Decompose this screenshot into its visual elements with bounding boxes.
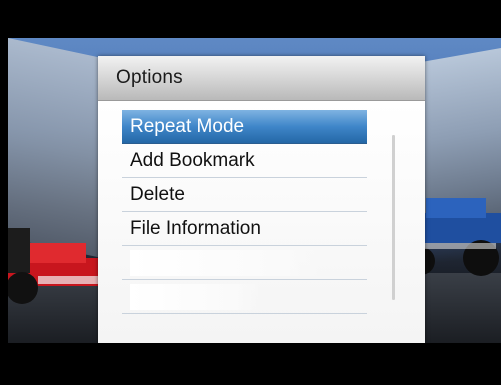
letterbox-bottom: [0, 343, 501, 385]
menu-item-label: Delete: [130, 183, 185, 205]
menu-item-label: [130, 249, 320, 276]
menu-item-empty: [122, 246, 367, 280]
dialog-header: Options: [98, 56, 425, 101]
menu-item-label: [130, 283, 260, 310]
menu-item-repeat-mode[interactable]: Repeat Mode: [122, 110, 367, 144]
menu-item-label: Add Bookmark: [130, 149, 255, 171]
menu-item-delete[interactable]: Delete: [122, 178, 367, 212]
options-dialog: Options Repeat Mode Add Bookmark Delete …: [98, 56, 425, 343]
race-car-red-icon: [8, 228, 103, 304]
menu-item-label: File Information: [130, 217, 261, 239]
device-screen: Options Repeat Mode Add Bookmark Delete …: [0, 0, 501, 385]
menu-item-add-bookmark[interactable]: Add Bookmark: [122, 144, 367, 178]
scrollbar-thumb[interactable]: [392, 135, 395, 300]
dialog-body: Repeat Mode Add Bookmark Delete File Inf…: [98, 101, 425, 343]
menu-item-file-information[interactable]: File Information: [122, 212, 367, 246]
menu-item-label: Repeat Mode: [130, 115, 245, 137]
dialog-title: Options: [116, 67, 183, 88]
options-menu: Repeat Mode Add Bookmark Delete File Inf…: [122, 110, 367, 314]
menu-item-empty: [122, 280, 367, 314]
scrollbar[interactable]: [392, 135, 395, 300]
